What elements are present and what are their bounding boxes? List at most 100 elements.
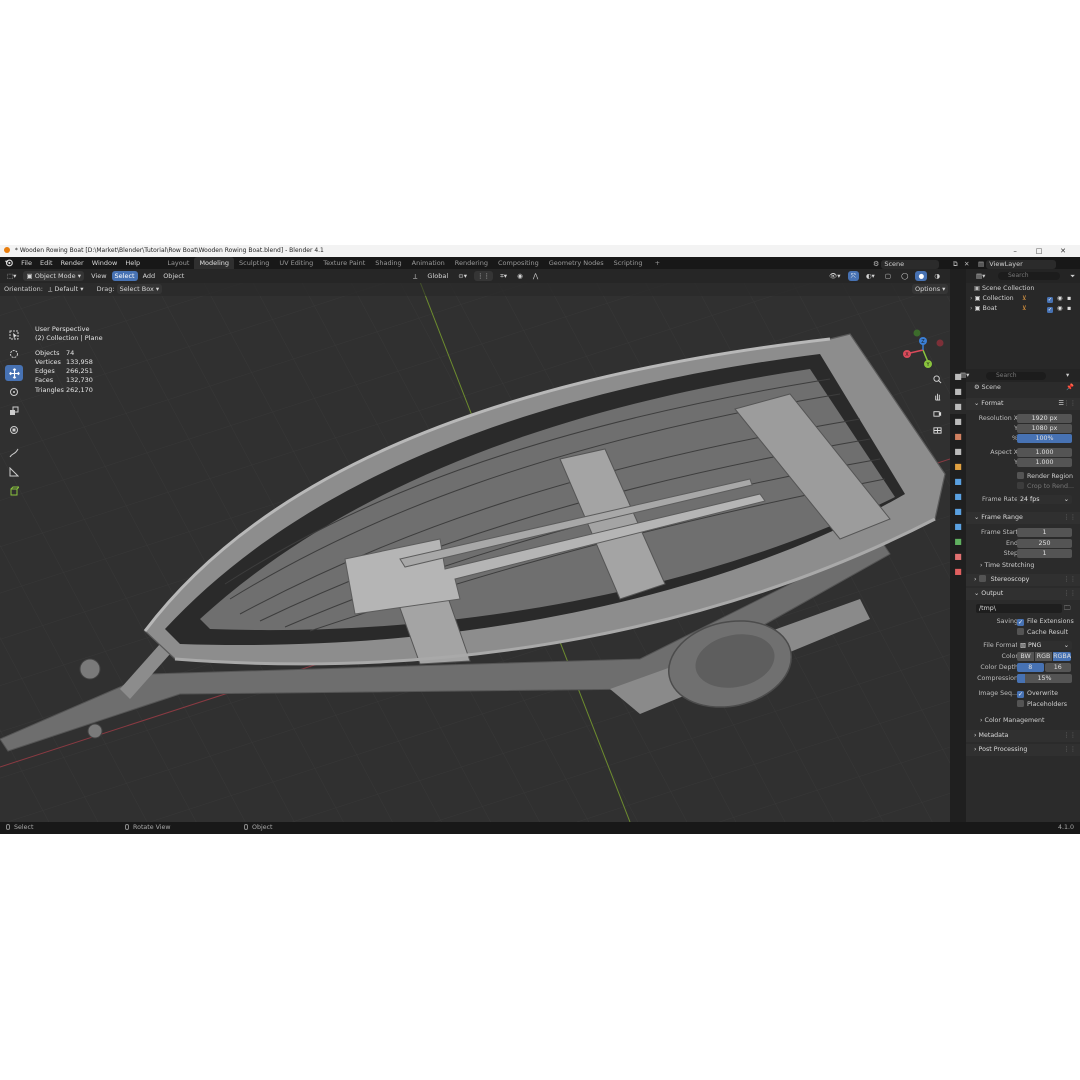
properties-tab-scene-icon[interactable]: ■ <box>950 429 966 444</box>
checkbox-icon[interactable]: ✓ <box>1047 294 1056 304</box>
properties-tab-modifiers-icon[interactable]: ■ <box>950 474 966 489</box>
expand-chevron-icon[interactable]: › <box>970 295 973 302</box>
render-region-checkbox[interactable]: Render Region <box>966 472 1080 482</box>
frame-range-panel-header[interactable]: ⌄ Frame Range ⋮⋮ <box>966 512 1080 524</box>
gizmo-toggle-icon[interactable]: ⤧ <box>847 271 859 281</box>
chevron-down-icon[interactable]: ▾ <box>1066 369 1069 382</box>
compression-slider[interactable]: 15% <box>1017 674 1072 683</box>
editor-type-icon[interactable]: ⬚▾ <box>4 271 19 281</box>
orientation-setting-dropdown[interactable]: ⟂ Default ▾ <box>45 284 87 294</box>
scene-collection-row[interactable]: ▣ Scene Collection <box>966 284 1080 294</box>
tab-texture-paint[interactable]: Texture Paint <box>318 257 370 269</box>
time-stretching-subpanel[interactable]: › Time Stretching <box>980 560 1034 572</box>
outliner-search-input[interactable]: Search <box>998 272 1060 280</box>
add-cube-tool[interactable] <box>5 483 23 499</box>
xray-icon[interactable]: ▢ <box>882 271 894 281</box>
properties-tab-object-icon[interactable]: ■ <box>950 459 966 474</box>
drag-handle-icon[interactable]: ⋮⋮ <box>1063 744 1076 756</box>
folder-icon[interactable]: 🗀 <box>1064 604 1070 614</box>
options-dropdown[interactable]: Options ▾ <box>912 284 949 294</box>
camera-icon[interactable]: ▪ <box>1067 304 1071 314</box>
gizmo-neg-x[interactable] <box>936 339 944 347</box>
pan-hand-icon[interactable] <box>930 389 944 403</box>
maximize-button[interactable]: □ <box>1028 245 1050 257</box>
menu-edit[interactable]: Edit <box>36 257 57 269</box>
visibility-icon[interactable]: 👁▾ <box>826 271 844 281</box>
annotate-tool[interactable] <box>5 445 23 461</box>
properties-tab-particles-icon[interactable]: ■ <box>950 489 966 504</box>
viewlayer-name-field[interactable]: ViewLayer <box>986 260 1057 269</box>
blender-logo-icon[interactable] <box>4 258 13 267</box>
overwrite-checkbox[interactable]: ✓ Overwrite <box>1017 689 1058 699</box>
resolution-y-field[interactable]: 1080 px <box>1017 424 1072 433</box>
tab-compositing[interactable]: Compositing <box>493 257 544 269</box>
outliner-item-collection[interactable]: › ▣ Collection ⊻ ✓ ◉ ▪ <box>966 294 1080 304</box>
tab-modeling[interactable]: Modeling <box>194 257 235 269</box>
checkbox-icon[interactable]: ✓ <box>1047 304 1056 314</box>
add-workspace-button[interactable]: + <box>650 257 665 269</box>
viewport-menu-select[interactable]: Select <box>111 271 138 281</box>
properties-editor-icon[interactable]: ▤▾ <box>960 369 969 382</box>
menu-render[interactable]: Render <box>57 257 88 269</box>
tab-rendering[interactable]: Rendering <box>450 257 493 269</box>
overwrite-check[interactable]: ✓ <box>1017 691 1024 698</box>
tab-layout[interactable]: Layout <box>162 257 194 269</box>
overlay-toggle-icon[interactable]: ◐▾ <box>863 271 878 281</box>
transform-tool[interactable] <box>5 422 23 438</box>
navigation-gizmo[interactable]: Y X Z <box>898 325 948 375</box>
file-extensions-checkbox[interactable]: ✓ File Extensions <box>1017 617 1074 627</box>
color-depth-option-8[interactable]: 8 <box>1017 663 1044 672</box>
frame-start-field[interactable]: 1 <box>1017 528 1072 537</box>
tab-scripting[interactable]: Scripting <box>609 257 648 269</box>
file-extensions-check[interactable]: ✓ <box>1017 619 1024 626</box>
tab-uv-editing[interactable]: UV Editing <box>274 257 318 269</box>
metadata-panel-header[interactable]: › Metadata ⋮⋮ <box>966 730 1080 742</box>
drag-handle-icon[interactable]: ⋮⋮ <box>1063 398 1076 410</box>
properties-tab-material-icon[interactable]: ■ <box>950 549 966 564</box>
properties-tab-physics-icon[interactable]: ■ <box>950 504 966 519</box>
output-panel-header[interactable]: ⌄ Output ⋮⋮ <box>966 588 1080 600</box>
move-tool[interactable] <box>5 365 23 381</box>
eye-icon[interactable]: ◉ <box>1057 294 1063 304</box>
transform-orientation[interactable]: ⟂ Global ⊙▾ ⋮⋮ ⌗▾ ◉ ⋀ <box>410 269 543 283</box>
properties-tab-texture-icon[interactable]: ■ <box>950 564 966 579</box>
color-option-rgba[interactable]: RGBA <box>1053 652 1072 661</box>
post-processing-panel-header[interactable]: › Post Processing ⋮⋮ <box>966 744 1080 756</box>
file-format-dropdown[interactable]: ▧ PNG ⌄ <box>1017 641 1072 650</box>
outliner-item-boat[interactable]: › ▣ Boat ⊻ ✓ ◉ ▪ <box>966 304 1080 314</box>
eye-icon[interactable]: ◉ <box>1057 304 1063 314</box>
gizmo-neg-y[interactable] <box>913 329 921 337</box>
properties-tab-constraints-icon[interactable]: ■ <box>950 519 966 534</box>
render-region-check[interactable] <box>1017 472 1024 479</box>
stereoscopy-check[interactable] <box>978 575 986 582</box>
output-path-field[interactable]: /tmp\ <box>976 604 1062 613</box>
properties-tab-output-icon[interactable]: ■ <box>950 399 966 414</box>
color-management-subpanel[interactable]: › Color Management <box>980 715 1044 727</box>
filter-icon[interactable]: ⏷ <box>1070 269 1075 283</box>
frame-end-field[interactable]: 250 <box>1017 539 1072 548</box>
mode-selector[interactable]: ▣ Object Mode ▾ <box>23 271 85 281</box>
viewport-menu-add[interactable]: Add <box>140 271 159 281</box>
proportional-edit-icon[interactable]: ◉ <box>514 271 526 281</box>
tab-geometry-nodes[interactable]: Geometry Nodes <box>544 257 609 269</box>
color-depth-option-16[interactable]: 16 <box>1044 663 1071 672</box>
minimize-button[interactable]: – <box>1004 245 1026 257</box>
cursor-tool[interactable] <box>5 346 23 362</box>
frame-step-field[interactable]: 1 <box>1017 549 1072 558</box>
tab-sculpting[interactable]: Sculpting <box>234 257 274 269</box>
perspective-toggle-icon[interactable] <box>930 423 944 437</box>
tab-shading[interactable]: Shading <box>370 257 406 269</box>
falloff-icon[interactable]: ⋀ <box>530 271 541 281</box>
color-option-rgb[interactable]: RGB <box>1035 652 1053 661</box>
pin-icon[interactable]: 📌 <box>1066 383 1074 393</box>
resolution-percent-slider[interactable]: 100% <box>1017 434 1072 443</box>
tab-animation[interactable]: Animation <box>407 257 450 269</box>
solid-shading-icon[interactable]: ● <box>915 271 928 281</box>
3d-viewport[interactable]: User Perspective (2) Collection | Plane … <box>0 269 950 822</box>
placeholders-checkbox[interactable]: Placeholders <box>1017 700 1067 710</box>
measure-tool[interactable] <box>5 464 23 480</box>
aspect-y-field[interactable]: 1.000 <box>1017 458 1072 467</box>
select-box-tool[interactable] <box>5 327 23 343</box>
snap-target-icon[interactable]: ⌗▾ <box>497 271 510 281</box>
menu-help[interactable]: Help <box>121 257 144 269</box>
